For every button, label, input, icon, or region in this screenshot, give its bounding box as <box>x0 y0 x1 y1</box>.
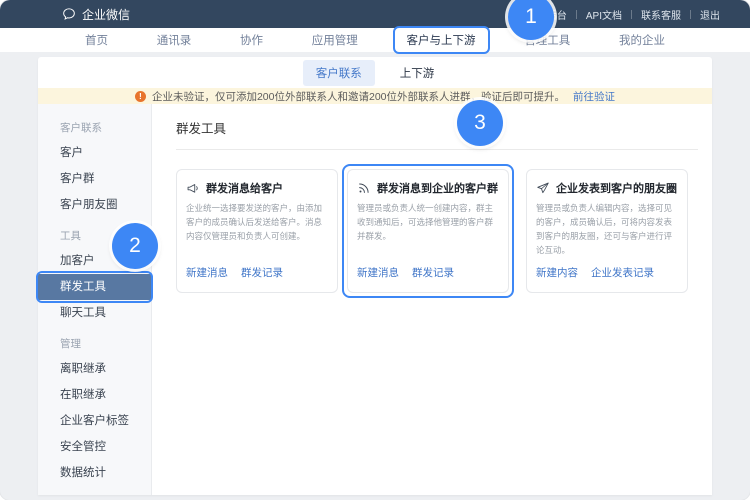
main-panel: 群发工具 群发消息给客户 企业统一选 <box>152 104 712 495</box>
card-title: 企业发表到客户的朋友圈 <box>556 180 677 196</box>
card-group-message-to-customers: 群发消息给客户 企业统一选择要发送的客户，由添加客户的成员确认后发送给客户。消息… <box>176 169 338 293</box>
app-window: 企业微信 服务商后台 API文档 联系客服 退出 首页 通讯录 协作 应用管理 … <box>0 0 750 500</box>
divider <box>176 149 698 150</box>
publish-history-link[interactable]: 企业发表记录 <box>591 265 654 280</box>
sidebar-item-group-message-tool[interactable]: 群发工具 <box>38 274 151 300</box>
sidebar-group-management: 管理 离职继承 在职继承 企业客户标签 安全管控 数据统计 <box>38 332 151 486</box>
sidebar: 客户联系 客户 客户群 客户朋友圈 工具 加客户 群发工具 聊天工具 <box>38 104 152 495</box>
topbar-link-logout[interactable]: 退出 <box>700 7 720 22</box>
nav-item-contacts[interactable]: 通讯录 <box>150 29 199 51</box>
broadcast-icon <box>357 181 371 195</box>
sidebar-item-onjob-inheritance[interactable]: 在职继承 <box>38 382 151 408</box>
card-title: 群发消息到企业的客户群 <box>377 180 498 196</box>
sidebar-item-label: 群发工具 <box>60 281 106 293</box>
sidebar-group-customer-contact: 客户联系 客户 客户群 客户朋友圈 <box>38 116 151 218</box>
card-actions: 新建消息 群发记录 <box>357 265 499 282</box>
card-description: 管理员或负责人统一创建内容，群主收到通知后，可选择他管理的客户群并群发。 <box>357 201 499 243</box>
divider <box>631 10 632 19</box>
sidebar-item-customer-tags[interactable]: 企业客户标签 <box>38 408 151 434</box>
new-message-link[interactable]: 新建消息 <box>186 265 228 280</box>
card-header: 群发消息到企业的客户群 <box>357 180 499 196</box>
sidebar-section-management: 管理 <box>38 332 151 356</box>
megaphone-icon <box>186 181 200 195</box>
sidebar-item-security-control[interactable]: 安全管控 <box>38 434 151 460</box>
card-description: 企业统一选择要发送的客户，由添加客户的成员确认后发送给客户。消息内容仅管理员和负… <box>186 201 328 243</box>
wechat-work-logo[interactable]: 企业微信 <box>62 6 130 23</box>
sidebar-item-resigned-inheritance[interactable]: 离职继承 <box>38 356 151 382</box>
divider <box>690 10 691 19</box>
chat-bubble-icon <box>62 7 76 21</box>
nav-item-collaboration[interactable]: 协作 <box>233 29 270 51</box>
page-title: 群发工具 <box>176 118 698 137</box>
main-nav: 首页 通讯录 协作 应用管理 客户与上下游 管理工具 我的企业 <box>0 28 750 52</box>
sidebar-item-chat-tools[interactable]: 聊天工具 <box>38 300 151 326</box>
card-header: 群发消息给客户 <box>186 180 328 196</box>
tab-bar: 客户联系 上下游 <box>38 57 712 88</box>
nav-item-customers-upstream-downstream[interactable]: 客户与上下游 <box>400 29 483 51</box>
tool-cards: 群发消息给客户 企业统一选择要发送的客户，由添加客户的成员确认后发送给客户。消息… <box>176 169 698 293</box>
sidebar-item-customer-groups[interactable]: 客户群 <box>38 166 151 192</box>
tab-customer-contact[interactable]: 客户联系 <box>303 60 375 86</box>
page-background: 客户联系 上下游 ! 企业未验证，仅可添加200位外部联系人和邀请200位外部联… <box>0 52 750 495</box>
send-history-link[interactable]: 群发记录 <box>241 265 283 280</box>
content-card: 客户联系 上下游 ! 企业未验证，仅可添加200位外部联系人和邀请200位外部联… <box>38 57 712 495</box>
topbar: 企业微信 服务商后台 API文档 联系客服 退出 <box>0 0 750 28</box>
sidebar-item-customers[interactable]: 客户 <box>38 140 151 166</box>
card-publish-to-customer-moments: 企业发表到客户的朋友圈 管理员或负责人编辑内容，选择可见的客户，成员确认后，可将… <box>526 169 688 293</box>
go-verify-link[interactable]: 前往验证 <box>573 89 615 104</box>
card-header: 企业发表到客户的朋友圈 <box>536 180 678 196</box>
send-history-link[interactable]: 群发记录 <box>412 265 454 280</box>
sidebar-item-customer-moments[interactable]: 客户朋友圈 <box>38 192 151 218</box>
card-actions: 新建内容 企业发表记录 <box>536 265 678 282</box>
topbar-link-api-docs[interactable]: API文档 <box>586 7 622 22</box>
nav-item-my-company[interactable]: 我的企业 <box>612 29 672 51</box>
tab-upstream-downstream[interactable]: 上下游 <box>387 60 448 86</box>
warning-text: 企业未验证，仅可添加200位外部联系人和邀请200位外部联系人进群，验证后即可提… <box>152 89 565 104</box>
divider <box>576 10 577 19</box>
sidebar-item-data-statistics[interactable]: 数据统计 <box>38 460 151 486</box>
annotation-badge-2: 2 <box>112 223 158 269</box>
nav-item-label: 客户与上下游 <box>407 35 476 47</box>
card-title: 群发消息给客户 <box>206 180 283 196</box>
paper-plane-icon <box>536 181 550 195</box>
content-body: 客户联系 客户 客户群 客户朋友圈 工具 加客户 群发工具 聊天工具 <box>38 104 712 495</box>
card-group-message-to-customer-groups: 群发消息到企业的客户群 管理员或负责人统一创建内容，群主收到通知后，可选择他管理… <box>347 169 509 293</box>
verification-warning-banner: ! 企业未验证，仅可添加200位外部联系人和邀请200位外部联系人进群，验证后即… <box>38 88 712 104</box>
logo-text: 企业微信 <box>82 6 130 23</box>
nav-item-app-management[interactable]: 应用管理 <box>305 29 365 51</box>
card-description: 管理员或负责人编辑内容，选择可见的客户，成员确认后，可将内容发表到客户的朋友圈，… <box>536 201 678 257</box>
card-actions: 新建消息 群发记录 <box>186 265 328 282</box>
annotation-badge-3: 3 <box>457 100 503 146</box>
warning-icon: ! <box>135 91 146 102</box>
nav-item-home[interactable]: 首页 <box>78 29 115 51</box>
new-message-link[interactable]: 新建消息 <box>357 265 399 280</box>
new-content-link[interactable]: 新建内容 <box>536 265 578 280</box>
topbar-link-contact-support[interactable]: 联系客服 <box>641 7 681 22</box>
sidebar-section-customer-contact: 客户联系 <box>38 116 151 140</box>
